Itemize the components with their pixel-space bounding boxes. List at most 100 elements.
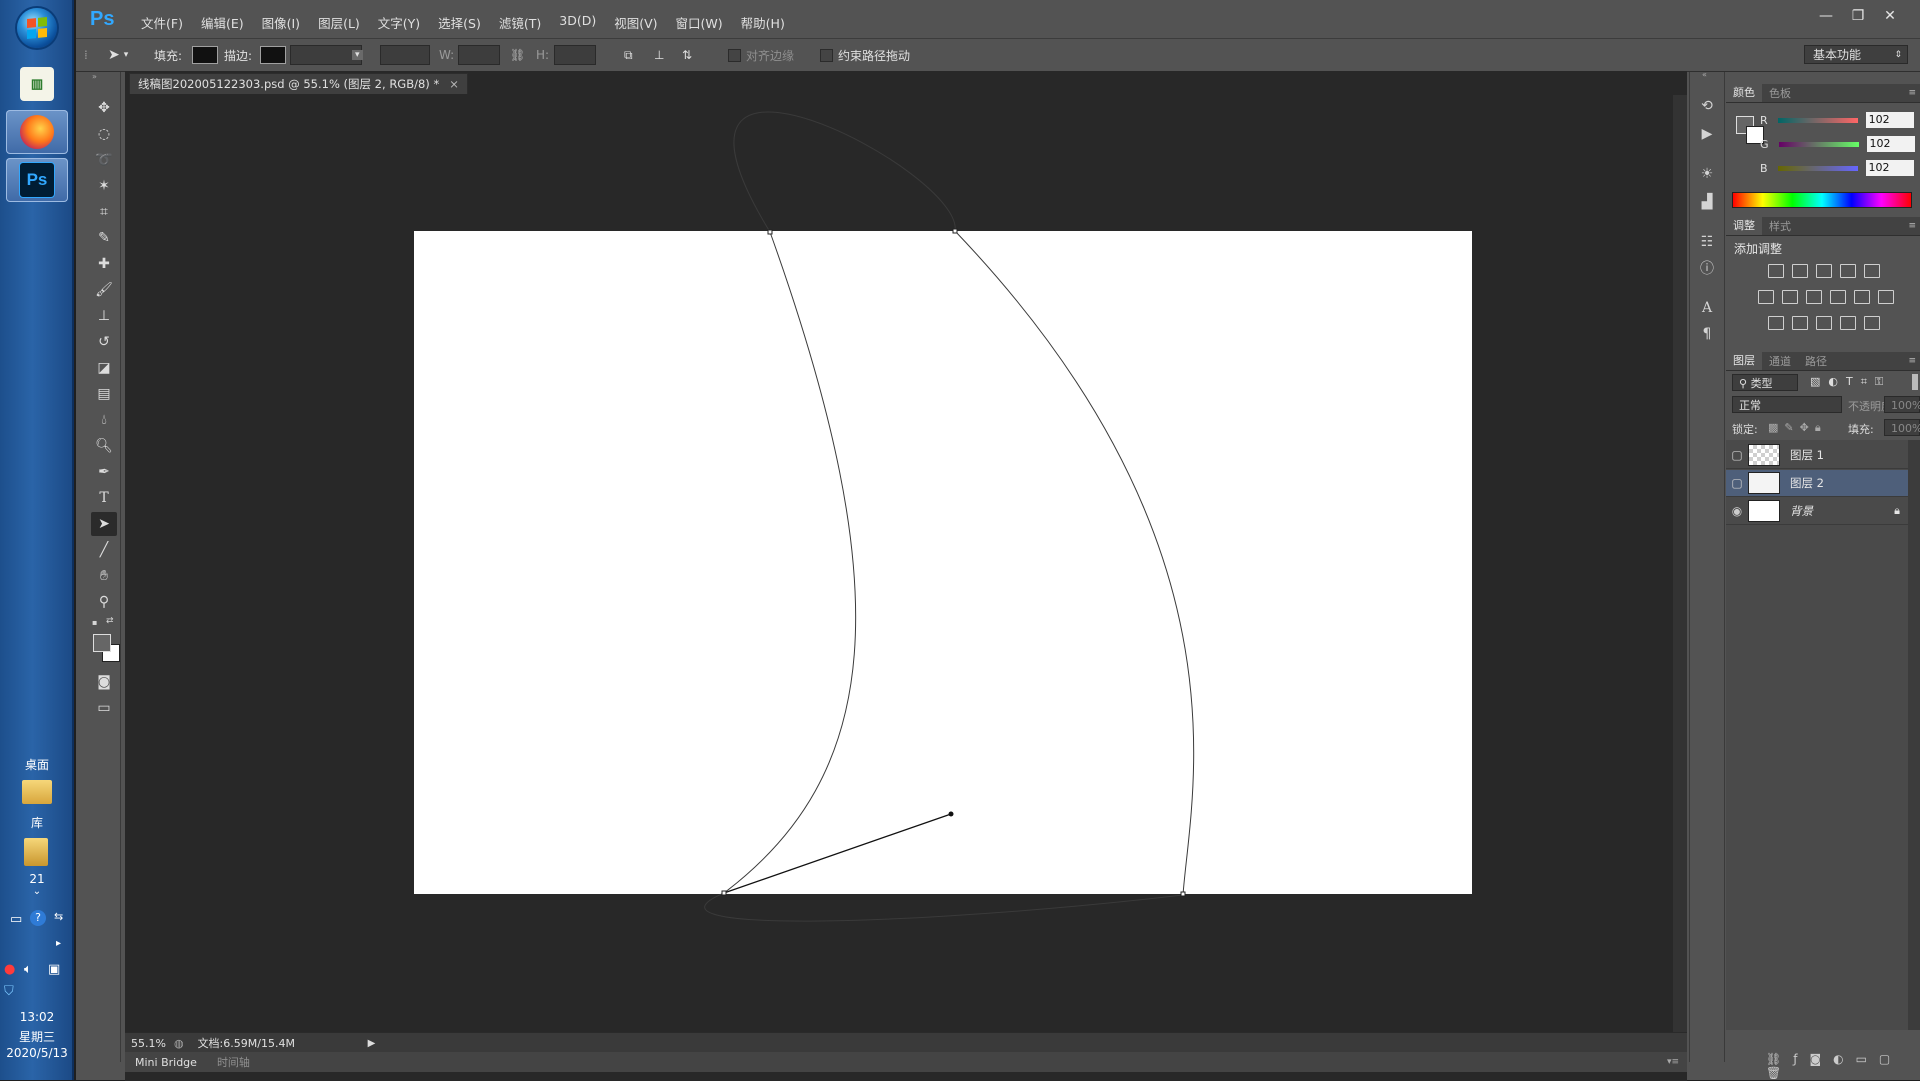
tab-swatches[interactable]: 色板 (1762, 85, 1798, 101)
menu-window[interactable]: 窗口(W) (667, 13, 732, 32)
clock-time[interactable]: 13:02 (0, 1010, 74, 1024)
anchor-point-top-right[interactable] (952, 228, 958, 234)
menu-view[interactable]: 视图(V) (605, 13, 666, 32)
line-tool-icon[interactable]: ╱ (91, 538, 117, 562)
quick-mask-icon[interactable]: ◙ (91, 670, 117, 694)
menu-help[interactable]: 帮助(H) (732, 13, 794, 32)
opacity-field[interactable]: 100% (1884, 396, 1920, 413)
red-value-field[interactable]: 102 (1865, 112, 1914, 128)
selective-color-icon[interactable] (1840, 316, 1856, 330)
strip-collapse-icon[interactable]: « (1702, 70, 1707, 79)
layer-row-2[interactable]: ▢ 图层 2 (1726, 470, 1908, 497)
display-icon[interactable]: ▣ (48, 962, 60, 977)
black-white-icon[interactable] (1806, 290, 1822, 304)
vibrance-icon[interactable] (1864, 264, 1880, 278)
status-menu-arrow-icon[interactable]: ▶ (368, 1038, 376, 1049)
color-spectrum-ramp[interactable] (1732, 192, 1912, 208)
desktop-toolbar-label[interactable]: 桌面 (0, 756, 74, 773)
crop-tool-icon[interactable]: ⌗ (91, 200, 117, 224)
canvas-viewport[interactable] (125, 95, 1687, 1039)
tab-mini-bridge[interactable]: Mini Bridge (125, 1056, 207, 1069)
tab-styles[interactable]: 样式 (1762, 218, 1798, 234)
workspace-selector[interactable]: 基本功能 ⇕ (1804, 45, 1908, 64)
minimize-icon[interactable]: — (1810, 6, 1842, 26)
folder-icon[interactable] (24, 838, 48, 866)
history-brush-tool-icon[interactable]: ↺ (91, 330, 117, 354)
histogram-panel-icon[interactable]: ▟ (1695, 190, 1719, 214)
red-slider[interactable] (1777, 117, 1858, 123)
character-panel-icon[interactable]: A (1695, 296, 1719, 320)
document-tab[interactable]: 线稿图202005122303.psd @ 55.1% (图层 2, RGB/8… (129, 73, 468, 94)
layer-filter-dropdown[interactable]: ⚲ 类型 (1732, 374, 1798, 391)
vertical-scrollbar[interactable] (1673, 95, 1687, 1039)
anchor-point-bottom-left[interactable] (721, 890, 727, 896)
actions-panel-icon[interactable]: ▶ (1695, 122, 1719, 146)
default-colors-icon[interactable]: ▪ (92, 618, 97, 627)
zoom-level[interactable]: 55.1% (125, 1037, 174, 1050)
menu-image[interactable]: 图像(I) (253, 13, 309, 32)
magic-wand-tool-icon[interactable]: ✶ (91, 174, 117, 198)
clone-stamp-tool-icon[interactable]: ⊥ (91, 304, 117, 328)
status-info-icon[interactable]: ◍ (174, 1037, 184, 1050)
blend-mode-dropdown[interactable]: 正常 (1732, 396, 1842, 413)
green-slider[interactable] (1778, 141, 1859, 147)
info-panel-icon[interactable]: ⓘ (1695, 256, 1719, 280)
lasso-tool-icon[interactable]: ➰ (91, 148, 117, 172)
clock-date[interactable]: 2020/5/13 (0, 1046, 74, 1060)
marquee-tool-icon[interactable]: ◌ (91, 122, 117, 146)
exposure-icon[interactable] (1840, 264, 1856, 278)
path-alignment-icon[interactable]: ⊥ (654, 39, 664, 71)
width-field[interactable] (458, 39, 500, 71)
tab-color[interactable]: 颜色 (1726, 84, 1762, 102)
anchor-point-top-left[interactable] (767, 229, 773, 235)
foreground-color-swatch[interactable] (93, 634, 111, 652)
menu-type[interactable]: 文字(Y) (369, 13, 429, 32)
zoom-tool-icon[interactable]: ⚲ (91, 590, 117, 614)
volume-icon[interactable]: 🔈︎ (24, 962, 32, 977)
color-lookup-icon[interactable] (1878, 290, 1894, 304)
path-arrangement-icon[interactable]: ⇅ (682, 39, 692, 71)
anchor-point-bottom-right[interactable] (1180, 891, 1186, 897)
maximize-icon[interactable]: ❐ (1842, 6, 1874, 26)
layer-filter-toggle[interactable] (1912, 374, 1918, 390)
network-icon[interactable]: ▭ (10, 912, 22, 927)
curves-icon[interactable] (1816, 264, 1832, 278)
visibility-toggle-off[interactable]: ▢ (1726, 448, 1748, 462)
menu-layer[interactable]: 图层(L) (309, 13, 369, 32)
hand-tool-icon[interactable]: ✋︎ (91, 564, 117, 588)
bottom-panel-menu-icon[interactable]: ▾≡ (1667, 1057, 1679, 1067)
threshold-icon[interactable] (1816, 316, 1832, 330)
security-shield-icon[interactable]: ⛉ (4, 984, 14, 999)
document-close-icon[interactable]: × (449, 77, 459, 91)
tab-channels[interactable]: 通道 (1762, 353, 1798, 369)
tab-paths[interactable]: 路径 (1798, 353, 1834, 369)
fill-swatch[interactable] (192, 39, 218, 71)
menu-3d[interactable]: 3D(D) (550, 13, 605, 32)
blue-value-field[interactable]: 102 (1865, 160, 1914, 176)
healing-brush-tool-icon[interactable]: ✚ (91, 252, 117, 276)
path-selection-preset-icon[interactable]: ➤ ▾ (108, 39, 128, 71)
tray-overflow-icon[interactable]: ⇆ (54, 910, 63, 923)
layers-panel-menu-icon[interactable]: ≡ (1908, 356, 1916, 366)
align-edges-checkbox[interactable]: 对齐边缘 (728, 39, 794, 71)
posterize-icon[interactable] (1792, 316, 1808, 330)
tray-arrow-icon[interactable]: ▸ (56, 938, 61, 949)
lock-icons[interactable]: ▩✎✥🔒︎ (1768, 421, 1827, 435)
swap-colors-icon[interactable]: ⇄ (106, 616, 114, 626)
layer-row-background[interactable]: ◉ 背景 🔒︎ (1726, 498, 1908, 525)
menu-filter[interactable]: 滤镜(T) (490, 13, 550, 32)
qq-icon[interactable]: ● (4, 962, 15, 977)
taskbar-app-spreadsheet[interactable]: ▥ (6, 62, 68, 106)
photo-filter-icon[interactable] (1830, 290, 1846, 304)
blur-tool-icon[interactable]: 💧︎ (91, 408, 117, 432)
expand-chevron-icon[interactable]: ⌄ (0, 886, 74, 897)
document-canvas[interactable] (414, 231, 1472, 894)
brush-tool-icon[interactable]: 🖌︎ (91, 278, 117, 302)
adjustments-panel-menu-icon[interactable]: ≡ (1908, 221, 1916, 231)
fill-field[interactable]: 100% (1884, 419, 1920, 436)
blue-slider[interactable] (1777, 165, 1858, 171)
eraser-tool-icon[interactable]: ◪ (91, 356, 117, 380)
taskbar-app-firefox[interactable] (6, 110, 68, 154)
hue-saturation-icon[interactable] (1758, 290, 1774, 304)
help-icon[interactable]: ? (30, 910, 46, 926)
